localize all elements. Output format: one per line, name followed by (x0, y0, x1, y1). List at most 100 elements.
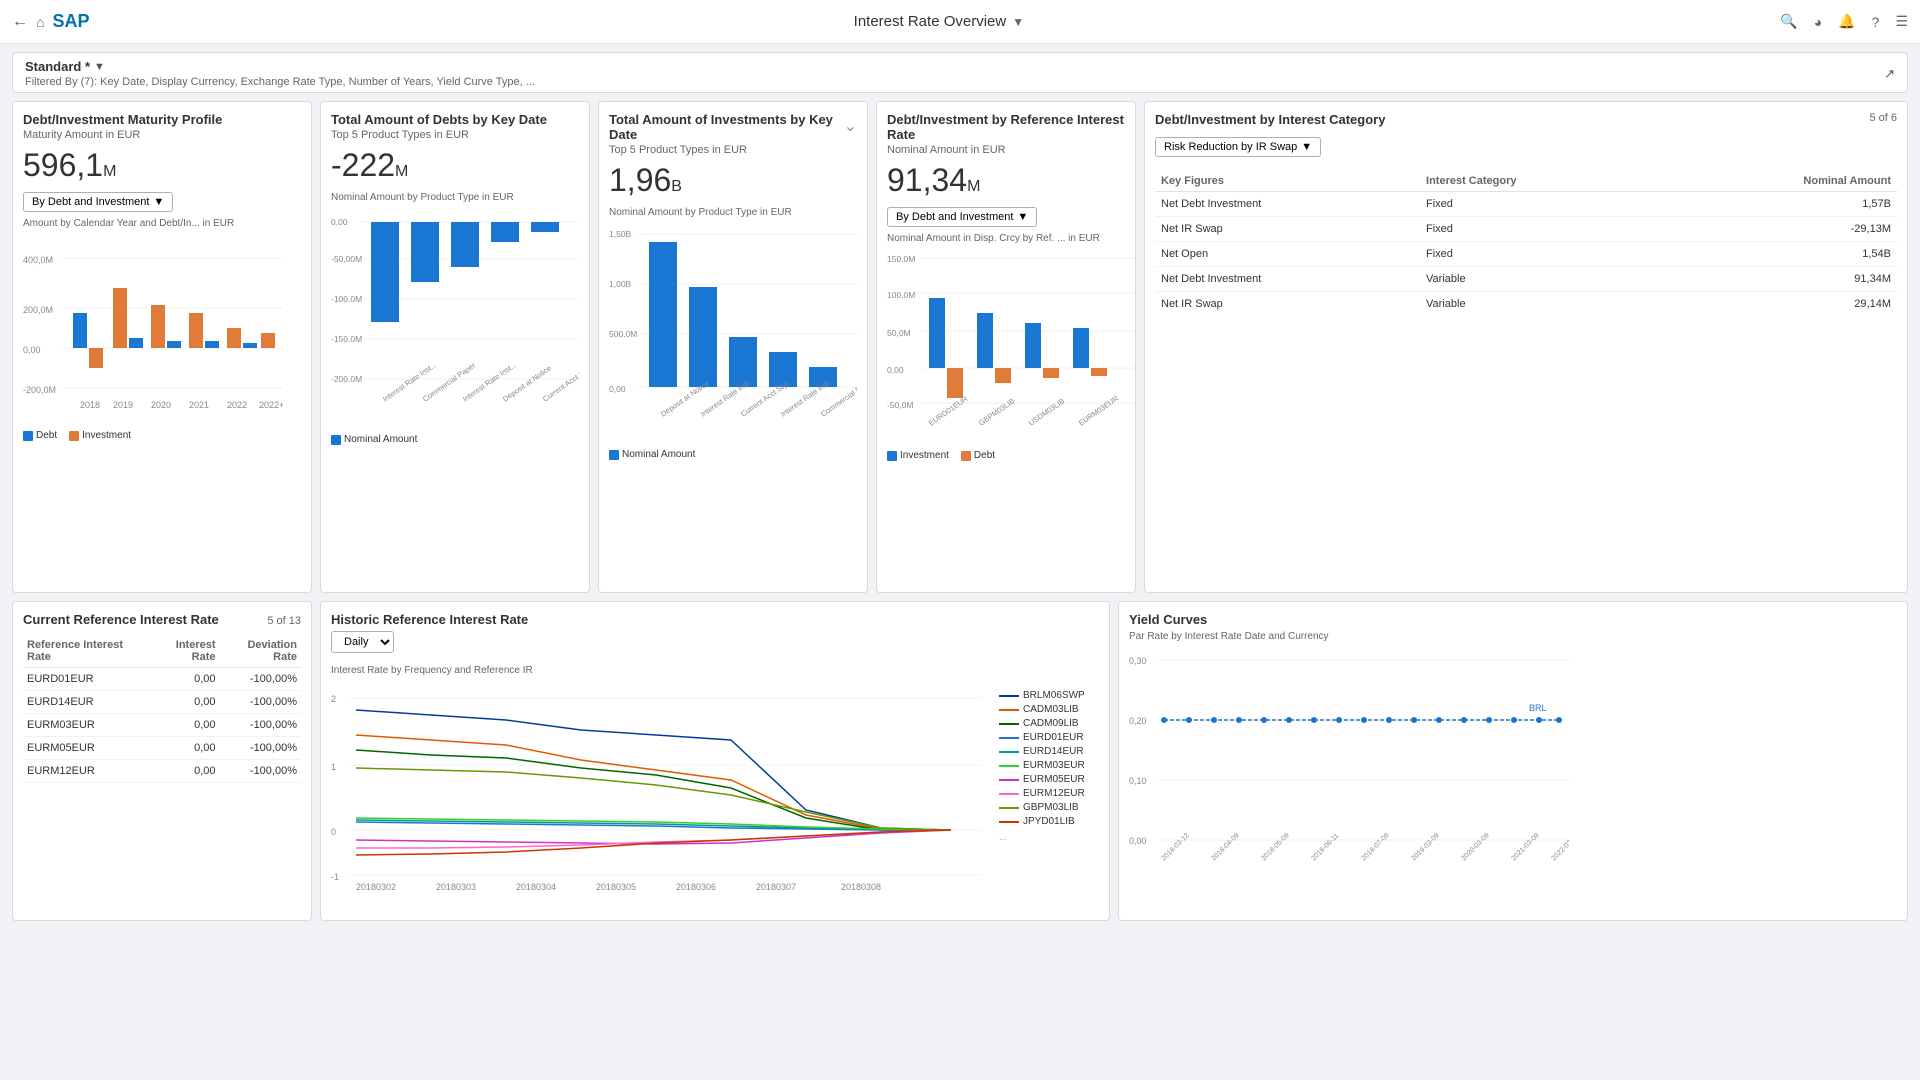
card5-dropdown-label: Risk Reduction by IR Swap (1164, 141, 1297, 153)
card2-value: -222M (331, 147, 579, 184)
card5-dropdown[interactable]: Risk Reduction by IR Swap ▼ (1155, 137, 1321, 157)
card4-dropdown[interactable]: By Debt and Investment ▼ (887, 207, 1037, 227)
key-figures-cell: Net IR Swap (1155, 292, 1420, 317)
key-figures-cell: Net Open (1155, 242, 1420, 267)
card-risk-reduction: Debt/Investment by Interest Category 5 o… (1144, 101, 1908, 593)
back-arrow[interactable]: ← (12, 13, 28, 31)
category-cell: Variable (1420, 292, 1662, 317)
hist-chart-label: Interest Rate by Frequency and Reference… (331, 665, 1099, 676)
legend-nominal: Nominal Amount (331, 434, 417, 445)
card-debt-maturity: Debt/Investment Maturity Profile Maturit… (12, 101, 312, 593)
th-interest-cat: Interest Category (1420, 171, 1662, 192)
table-row: Net Open Fixed 1,54B (1155, 242, 1897, 267)
menu-icon[interactable]: ☰ (1895, 13, 1908, 30)
rate-cell: 0,00 (148, 668, 220, 691)
svg-text:GBPM03LIB: GBPM03LIB (977, 396, 1016, 427)
legend-investment-dot (69, 431, 79, 441)
legend-nominal3-dot (609, 450, 619, 460)
bottom-row: Current Reference Interest Rate 5 of 13 … (12, 601, 1908, 921)
amount-cell: 1,57B (1662, 192, 1897, 217)
card2-bar-chart: 0,00 -50,00M -100,0M -150,0M -200,0M Int… (331, 207, 579, 427)
title-dropdown-icon[interactable]: ▼ (1012, 15, 1024, 29)
legend-investment: Investment (69, 430, 131, 441)
home-icon[interactable]: ⌂ (36, 14, 44, 30)
legend-debt4: Debt (961, 450, 995, 461)
svg-text:-200,0M: -200,0M (23, 385, 56, 395)
notification-icon[interactable]: 🔔 (1838, 13, 1855, 30)
svg-text:2: 2 (331, 694, 336, 704)
svg-text:2018-07-09: 2018-07-09 (1360, 832, 1390, 862)
card2-subtitle: Top 5 Product Types in EUR (331, 129, 579, 141)
search-icon[interactable]: 🔍 (1780, 13, 1797, 30)
card3-bar-chart: 1,50B 1,00B 500,0M 0,00 Deposit at Notic… (609, 222, 857, 442)
card1-dropdown-icon: ▼ (153, 196, 164, 208)
help-icon[interactable]: ? (1872, 14, 1880, 30)
svg-text:0,10: 0,10 (1129, 776, 1147, 786)
card2-chart-label: Nominal Amount by Product Type in EUR (331, 192, 579, 203)
hist-line-chart: 2 1 0 -1 (331, 680, 995, 890)
svg-text:0,00: 0,00 (609, 384, 626, 394)
card1-value: 596,1M (23, 147, 301, 184)
main-area: Standard * ▼ Filtered By (7): Key Date, … (0, 44, 1920, 929)
svg-text:1: 1 (331, 762, 336, 772)
svg-text:2018-05-09: 2018-05-09 (1260, 832, 1290, 862)
card3-subtitle: Top 5 Product Types in EUR (609, 144, 844, 156)
card1-dropdown-label: By Debt and Investment (32, 196, 149, 208)
card1-subtitle: Maturity Amount in EUR (23, 129, 301, 141)
svg-text:150,0M: 150,0M (887, 254, 915, 264)
card1-dropdown[interactable]: By Debt and Investment ▼ (23, 192, 173, 212)
standard-dropdown-icon[interactable]: ▼ (94, 61, 105, 73)
svg-text:2020: 2020 (151, 400, 171, 410)
svg-text:2019-03-09: 2019-03-09 (1410, 832, 1440, 862)
category-cell: Fixed (1420, 242, 1662, 267)
card-historic-ref: Historic Reference Interest Rate Daily I… (320, 601, 1110, 921)
legend-debt-dot (23, 431, 33, 441)
svg-text:-1: -1 (331, 872, 339, 882)
svg-text:20180306: 20180306 (676, 882, 716, 890)
card1-title: Debt/Investment Maturity Profile (23, 112, 301, 127)
svg-text:2018: 2018 (80, 400, 100, 410)
th-key-figures: Key Figures (1155, 171, 1420, 192)
svg-text:-100,0M: -100,0M (331, 294, 362, 304)
clock-icon[interactable]: ◕ (1814, 14, 1822, 30)
filter-text: Filtered By (7): Key Date, Display Curre… (25, 76, 535, 88)
dev-cell: -100,00% (220, 714, 301, 737)
amount-cell: 29,14M (1662, 292, 1897, 317)
card4-legend: Investment Debt (887, 450, 1125, 461)
card4-subtitle: Nominal Amount in EUR (887, 144, 1125, 156)
svg-text:-150,0M: -150,0M (331, 334, 362, 344)
yield-title: Yield Curves (1129, 612, 1897, 627)
svg-text:USDM03LIB: USDM03LIB (1027, 396, 1066, 427)
standard-label: Standard * (25, 59, 90, 74)
ref-cell: EURM05EUR (23, 737, 148, 760)
svg-text:20180302: 20180302 (356, 882, 396, 890)
category-cell: Variable (1420, 267, 1662, 292)
svg-text:0,00: 0,00 (331, 217, 348, 227)
table-row: EURM05EUR 0,00 -100,00% (23, 737, 301, 760)
table-row: Net Debt Investment Variable 91,34M (1155, 267, 1897, 292)
ref-cell: EURD14EUR (23, 691, 148, 714)
legend-investment4: Investment (887, 450, 949, 461)
svg-text:2018-04-09: 2018-04-09 (1210, 832, 1240, 862)
svg-text:100,0M: 100,0M (887, 290, 915, 300)
card4-chart-label: Nominal Amount in Disp. Crcy by Ref. ...… (887, 233, 1125, 244)
ref-table: Reference Interest Rate Interest Rate De… (23, 635, 301, 783)
dev-cell: -100,00% (220, 668, 301, 691)
svg-text:0: 0 (331, 827, 336, 837)
card4-dropdown-icon: ▼ (1017, 211, 1028, 223)
card3-chevron[interactable]: ⌄ (844, 116, 857, 136)
legend-nominal3-label: Nominal Amount (622, 449, 695, 460)
card1-legend: Debt Investment (23, 430, 301, 441)
svg-text:1,00B: 1,00B (609, 279, 632, 289)
card1-unit: M (103, 163, 116, 180)
freq-select[interactable]: Daily (331, 631, 394, 653)
svg-text:0,30: 0,30 (1129, 656, 1147, 666)
card4-dropdown-label: By Debt and Investment (896, 211, 1013, 223)
svg-text:2022-03-09: 2022-03-09 (1550, 832, 1569, 862)
export-icon[interactable]: ↗ (1884, 66, 1895, 82)
svg-text:50,0M: 50,0M (887, 328, 911, 338)
svg-text:EURD01EUR: EURD01EUR (927, 394, 970, 428)
card3-chart-label: Nominal Amount by Product Type in EUR (609, 207, 857, 218)
svg-text:0,20: 0,20 (1129, 716, 1147, 726)
svg-text:2019: 2019 (113, 400, 133, 410)
